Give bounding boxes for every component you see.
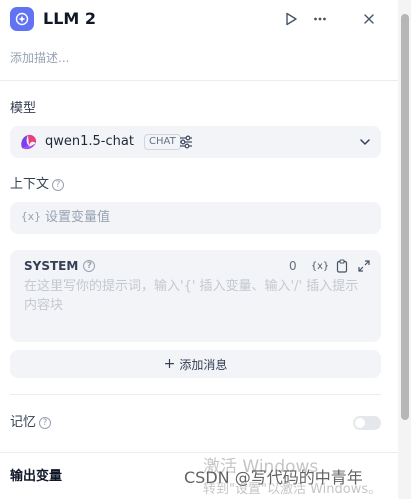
context-variable-input[interactable]: {x} 设置变量值 [10,202,381,234]
context-placeholder: 设置变量值 [45,210,111,225]
model-name: qwen1.5-chat [45,134,134,149]
node-title[interactable]: LLM 2 [43,8,96,30]
help-icon[interactable]: ? [39,417,52,429]
expand-icon[interactable] [356,258,372,274]
plus-icon: + [163,356,176,372]
settings-sliders-icon[interactable] [178,134,194,150]
chevron-down-icon[interactable] [358,135,372,149]
system-title: SYSTEM ? [24,258,96,274]
variable-icon[interactable]: {x} [311,258,329,274]
char-count: 0 [289,259,297,273]
add-message-button[interactable]: + 添加消息 [10,350,381,378]
mode-badge: CHAT [144,134,181,150]
add-message-label: 添加消息 [179,357,228,372]
memory-label-text: 记忆 [10,415,37,430]
model-selector[interactable]: qwen1.5-chat CHAT [10,126,381,158]
system-prompt-placeholder[interactable]: 在这里写你的提示词，输入'{' 插入变量、输入'/' 插入提示内容块 [24,277,369,315]
memory-label: 记忆 ? [10,414,52,432]
system-title-text: SYSTEM [24,259,79,273]
play-icon[interactable] [280,8,302,30]
section-divider [10,394,381,395]
node-description[interactable]: 添加描述... [10,50,69,66]
more-icon[interactable] [309,8,331,30]
scrollbar-thumb[interactable] [401,14,409,420]
panel-header: LLM 2 [0,0,398,40]
qwen-logo-icon [21,134,37,150]
clipboard-icon[interactable] [334,258,350,274]
system-prompt-editor[interactable]: SYSTEM ? 0 {x} 在这里写你的提示词，输入'{' 插入变量、输入'/… [10,250,381,342]
toggle-knob [355,418,365,428]
output-variables-label[interactable]: 输出变量 [10,468,62,486]
llm-node-icon [10,7,34,31]
model-label-text: 模型 [10,101,37,116]
node-panel: LLM 2 添加描述... 模型 qwen1.5-chat CHAT 上下文 ?… [0,0,398,499]
model-label: 模型 [10,100,36,118]
help-icon[interactable]: ? [52,179,65,191]
context-label: 上下文 ? [10,176,65,194]
windows-activation-hint: 转到"设置"以激活 Windows。 [203,482,382,497]
variable-icon: {x} [21,210,41,223]
output-divider [0,452,398,453]
help-icon[interactable]: ? [83,260,96,272]
memory-toggle[interactable] [353,416,381,430]
context-label-text: 上下文 [10,177,50,192]
header-divider [0,80,398,81]
close-icon[interactable] [358,8,380,30]
